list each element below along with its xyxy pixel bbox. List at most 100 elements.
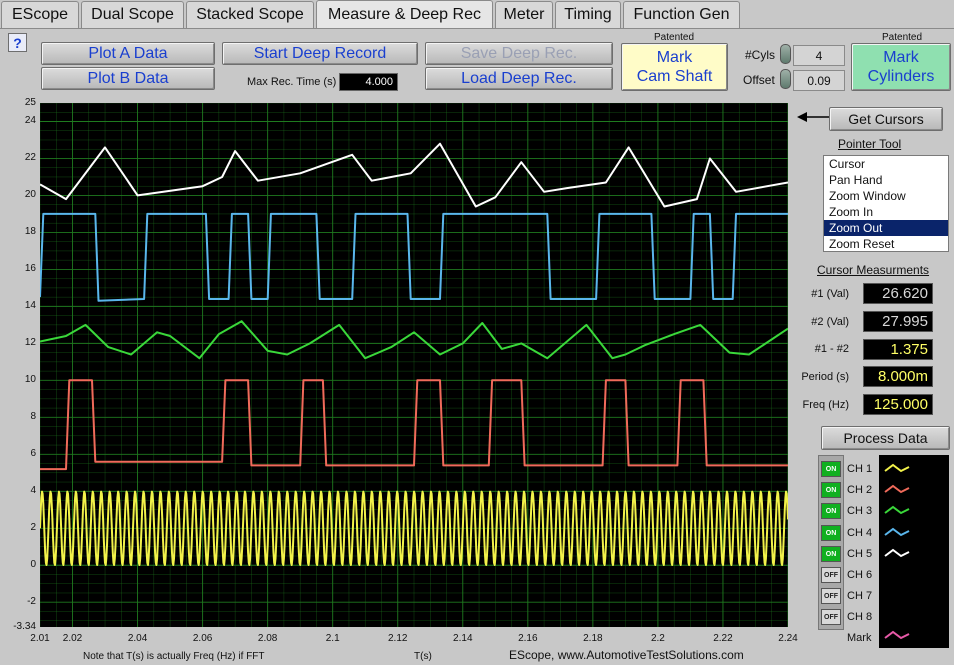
ch8-toggle[interactable]: OFF bbox=[821, 609, 841, 625]
cam-line2: Cam Shaft bbox=[636, 68, 713, 85]
x-tick-label: 2.12 bbox=[388, 633, 408, 644]
legend-swatch-ch5 bbox=[884, 548, 910, 558]
tab-function-gen[interactable]: Function Gen bbox=[623, 1, 740, 28]
plot-a-data-button[interactable]: Plot A Data bbox=[41, 42, 215, 65]
x-tick-label: 2.1 bbox=[325, 633, 340, 644]
pointer-tool-title: Pointer Tool bbox=[838, 137, 902, 151]
x-tick-label: 2.14 bbox=[453, 633, 473, 644]
x-axis-label: T(s) bbox=[414, 651, 432, 662]
max-rec-time-label: Max Rec. Time (s) bbox=[247, 76, 337, 88]
start-deep-record-button[interactable]: Start Deep Record bbox=[222, 42, 418, 65]
cam-line1: Mark bbox=[656, 49, 693, 66]
y-tick-label: -2 bbox=[27, 596, 36, 608]
pointer-zoom-reset[interactable]: Zoom Reset bbox=[824, 236, 948, 252]
ch2-toggle[interactable]: ON bbox=[821, 482, 841, 498]
meas-period-label: Period (s) bbox=[801, 371, 849, 383]
ch2-label: CH 2 bbox=[847, 484, 873, 496]
meas-period-value: 8.000m bbox=[863, 366, 933, 387]
y-tick-label: 22 bbox=[24, 152, 36, 164]
waveform-plot[interactable] bbox=[39, 102, 789, 627]
cam-patented-label: Patented bbox=[654, 32, 695, 43]
cyls-label: #Cyls bbox=[745, 48, 776, 62]
legend-swatch-ch2 bbox=[884, 484, 910, 494]
save-deep-rec-button[interactable]: Save Deep Rec. bbox=[425, 42, 613, 65]
waveform-svg[interactable] bbox=[39, 102, 789, 627]
cyls-spinner[interactable] bbox=[780, 44, 791, 64]
tab-measure-deep-rec[interactable]: Measure & Deep Rec bbox=[316, 0, 493, 29]
load-deep-rec-button[interactable]: Load Deep Rec. bbox=[425, 67, 613, 90]
x-tick-label: 2.22 bbox=[713, 633, 733, 644]
get-cursors-button[interactable]: Get Cursors bbox=[829, 107, 943, 131]
help-button[interactable]: ? bbox=[8, 33, 27, 52]
plot-b-data-button[interactable]: Plot B Data bbox=[41, 67, 215, 90]
tab-bar: EScope Dual Scope Stacked Scope Measure … bbox=[0, 0, 954, 29]
ch5-toggle[interactable]: ON bbox=[821, 546, 841, 562]
tab-dual-scope[interactable]: Dual Scope bbox=[81, 1, 184, 28]
y-tick-label: 8 bbox=[30, 411, 36, 423]
pointer-zoom-in[interactable]: Zoom In bbox=[824, 204, 948, 220]
tab-escope[interactable]: EScope bbox=[1, 1, 79, 28]
y-tick-label: 4 bbox=[30, 485, 36, 497]
y-tick-label: 14 bbox=[24, 300, 36, 312]
offset-spinner[interactable] bbox=[780, 69, 791, 89]
legend-swatch-ch1 bbox=[884, 463, 910, 473]
mark-cam-shaft-button[interactable]: Mark Cam Shaft bbox=[621, 43, 728, 91]
legend-swatch-ch3 bbox=[884, 505, 910, 515]
y-tick-label: 2 bbox=[30, 522, 36, 534]
tab-stacked-scope[interactable]: Stacked Scope bbox=[186, 1, 314, 28]
y-tick-label: 18 bbox=[24, 226, 36, 238]
ch3-toggle[interactable]: ON bbox=[821, 503, 841, 519]
ch6-label: CH 6 bbox=[847, 569, 873, 581]
cyl-patented-label: Patented bbox=[882, 32, 923, 43]
max-rec-time-input[interactable]: 4.000 bbox=[339, 73, 398, 91]
y-tick-label: 6 bbox=[30, 448, 36, 460]
y-tick-label: 16 bbox=[24, 263, 36, 275]
x-tick-label: 2.08 bbox=[257, 633, 278, 644]
y-tick-label: -3.34 bbox=[13, 621, 36, 632]
y-tick-label: 12 bbox=[24, 337, 36, 349]
x-tick-label: 2.04 bbox=[127, 633, 148, 644]
ch4-toggle[interactable]: ON bbox=[821, 525, 841, 541]
offset-input[interactable]: 0.09 bbox=[793, 70, 845, 91]
mark-cylinders-button[interactable]: Mark Cylinders bbox=[851, 43, 951, 91]
tab-meter[interactable]: Meter bbox=[495, 1, 553, 28]
x-tick-label: 2.18 bbox=[583, 633, 603, 644]
y-tick-label: 25 bbox=[24, 97, 36, 108]
x-tick-label: 2.2 bbox=[650, 633, 665, 644]
tab-timing[interactable]: Timing bbox=[555, 1, 621, 28]
y-tick-label: 0 bbox=[30, 559, 36, 571]
pointer-tool-list[interactable]: Cursor Pan Hand Zoom Window Zoom In Zoom… bbox=[823, 155, 949, 252]
tab-divider bbox=[0, 28, 954, 29]
ch1-label: CH 1 bbox=[847, 463, 873, 475]
y-tick-label: 10 bbox=[24, 374, 36, 386]
pointer-cursor[interactable]: Cursor bbox=[824, 156, 948, 172]
pointer-zoom-window[interactable]: Zoom Window bbox=[824, 188, 948, 204]
ch4-label: CH 4 bbox=[847, 527, 873, 539]
ch1-toggle[interactable]: ON bbox=[821, 461, 841, 477]
ch3-label: CH 3 bbox=[847, 505, 873, 517]
x-tick-label: 2.24 bbox=[778, 633, 798, 644]
meas-diff-value: 1.375 bbox=[863, 339, 933, 360]
pointer-pan-hand[interactable]: Pan Hand bbox=[824, 172, 948, 188]
cyl-line1: Mark bbox=[883, 49, 919, 66]
ch7-label: CH 7 bbox=[847, 590, 873, 602]
x-tick-label: 2.16 bbox=[518, 633, 538, 644]
pointer-zoom-out[interactable]: Zoom Out bbox=[824, 220, 948, 236]
legend-swatch-ch4 bbox=[884, 527, 910, 537]
ch8-label: CH 8 bbox=[847, 611, 873, 623]
process-data-button[interactable]: Process Data bbox=[821, 426, 950, 450]
ch5-label: CH 5 bbox=[847, 548, 873, 560]
cyls-input[interactable]: 4 bbox=[793, 45, 845, 66]
offset-label: Offset bbox=[743, 73, 775, 87]
mark-label: Mark bbox=[847, 632, 872, 644]
y-tick-label: 20 bbox=[24, 189, 36, 201]
ch6-toggle[interactable]: OFF bbox=[821, 567, 841, 583]
legend-swatch-mark bbox=[884, 630, 910, 640]
legend-swatches bbox=[884, 463, 910, 640]
x-tick-label: 2.06 bbox=[192, 633, 213, 644]
meas-1-value: 26.620 bbox=[863, 283, 933, 304]
ch7-toggle[interactable]: OFF bbox=[821, 588, 841, 604]
fft-note: Note that T(s) is actually Freq (Hz) if … bbox=[83, 651, 265, 662]
meas-1-label: #1 (Val) bbox=[811, 288, 849, 300]
meas-freq-label: Freq (Hz) bbox=[802, 399, 849, 411]
